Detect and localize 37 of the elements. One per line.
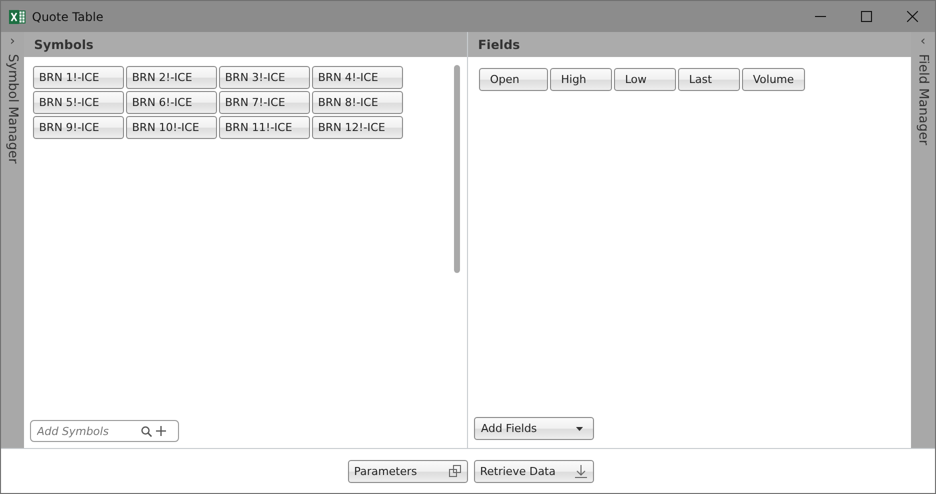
field-chip[interactable]: Low <box>614 68 676 91</box>
add-fields-dropdown[interactable]: Add Fields <box>474 417 594 440</box>
side-panel-label[interactable]: Field Manager <box>916 54 930 146</box>
scrollbar[interactable] <box>454 65 460 273</box>
symbol-chip[interactable]: BRN 8!-ICE <box>312 91 403 114</box>
maximize-icon <box>860 11 872 22</box>
field-chip[interactable]: Volume <box>742 68 805 91</box>
symbol-chip[interactable]: BRN 10!-ICE <box>126 116 217 139</box>
field-chip[interactable]: Last <box>678 68 740 91</box>
symbol-chip[interactable]: BRN 7!-ICE <box>219 91 310 114</box>
close-icon <box>906 11 918 22</box>
panel-title: Fields <box>478 37 520 52</box>
symbol-chip[interactable]: BRN 6!-ICE <box>126 91 217 114</box>
symbol-chip[interactable]: BRN 1!-ICE <box>33 66 124 89</box>
expand-button[interactable]: › <box>10 34 16 50</box>
action-button[interactable]: Retrieve Data <box>474 460 594 482</box>
window-title: Quote Table <box>32 10 104 24</box>
symbol-chip[interactable]: BRN 2!-ICE <box>126 66 217 89</box>
symbol-chip[interactable]: BRN 4!-ICE <box>312 66 403 89</box>
symbol-chip[interactable]: BRN 9!-ICE <box>33 116 124 139</box>
symbol-chip[interactable]: BRN 3!-ICE <box>219 66 310 89</box>
expand-button[interactable]: ‹ <box>920 34 926 50</box>
symbol-chip[interactable]: BRN 11!-ICE <box>219 116 310 139</box>
symbol-chip[interactable]: BRN 12!-ICE <box>312 116 403 139</box>
windows-icon <box>449 465 461 477</box>
minimize-icon <box>814 16 826 17</box>
field-chip[interactable]: Open <box>479 68 548 91</box>
action-button[interactable]: Parameters <box>348 460 468 482</box>
search-icon[interactable] <box>141 426 152 436</box>
dropdown-arrow-icon <box>576 426 583 430</box>
panel-title: Symbols <box>34 37 94 52</box>
field-chip[interactable]: High <box>550 68 612 91</box>
plus-icon[interactable] <box>156 426 166 436</box>
side-panel-label[interactable]: Symbol Manager <box>5 54 20 164</box>
download-icon <box>575 464 587 478</box>
spreadsheet-icon <box>9 8 26 24</box>
symbol-chip[interactable]: BRN 5!-ICE <box>33 91 124 114</box>
